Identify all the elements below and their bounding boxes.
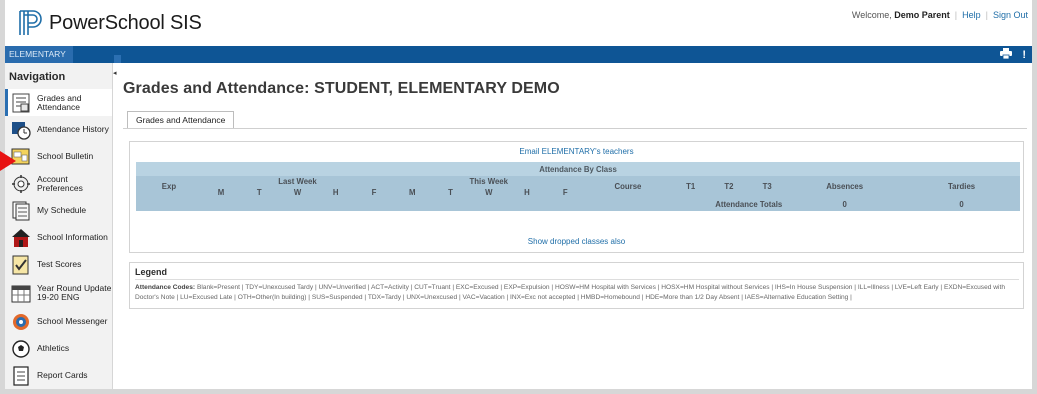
day-header-tuesday: T bbox=[431, 187, 470, 197]
printer-icon[interactable] bbox=[1000, 48, 1013, 62]
day-header-wednesday: W bbox=[469, 187, 508, 197]
sidebar-item-label: Attendance History bbox=[37, 124, 109, 134]
legend-title: Legend bbox=[135, 267, 168, 277]
table-caption: Attendance By Class bbox=[136, 162, 1020, 176]
day-header-wednesday: W bbox=[278, 187, 317, 197]
attendance-codes-label: Attendance Codes: bbox=[135, 284, 196, 291]
grades-icon bbox=[11, 93, 31, 113]
exclamation-icon[interactable]: ! bbox=[1022, 49, 1026, 61]
navigation-title: Navigation bbox=[9, 71, 66, 83]
annotation-arrow bbox=[0, 151, 16, 171]
column-header-absences: Absences bbox=[786, 176, 904, 197]
test-scores-icon bbox=[11, 255, 31, 275]
header: PowerSchool SIS Welcome, Demo Parent | Hel… bbox=[5, 0, 1032, 44]
sidebar-item-school-messenger[interactable]: School Messenger bbox=[5, 308, 112, 335]
sidebar-item-school-bulletin[interactable]: School Bulletin bbox=[5, 143, 112, 170]
day-header-monday: M bbox=[201, 187, 241, 197]
preferences-icon bbox=[11, 174, 31, 194]
sidebar-item-label: School Information bbox=[37, 232, 108, 242]
show-dropped-classes-link[interactable]: Show dropped classes also bbox=[130, 237, 1023, 246]
user-links: Welcome, Demo Parent | Help | Sign Out bbox=[852, 10, 1028, 20]
legend-divider bbox=[135, 279, 1019, 280]
sidebar-item-athletics[interactable]: Athletics bbox=[5, 335, 112, 362]
welcome-text: Welcome, bbox=[851, 10, 892, 20]
tab-grades-and-attendance[interactable]: Grades and Attendance bbox=[127, 111, 235, 129]
powerschool-logo-icon bbox=[19, 10, 42, 35]
page-title: Grades and Attendance: STUDENT, ELEMENTA… bbox=[123, 80, 560, 97]
column-header-exp: Exp bbox=[136, 176, 202, 197]
attendance-totals-label: Attendance Totals bbox=[671, 197, 787, 211]
sidebar-item-label: School Messenger bbox=[37, 316, 108, 326]
collapse-arrow-icon[interactable]: ◂ bbox=[113, 69, 117, 77]
sidebar-item-test-scores[interactable]: Test Scores bbox=[5, 251, 112, 278]
sidebar-item-label: Year Round Update 19-20 ENG bbox=[37, 283, 112, 302]
sidebar-item-grades-and-attendance[interactable]: Grades and Attendance bbox=[5, 89, 112, 116]
divider: | bbox=[954, 10, 958, 20]
sidebar-item-label: Athletics bbox=[37, 343, 70, 353]
sidebar-item-label: Grades and Attendance bbox=[37, 92, 82, 112]
collapse-sidebar-button[interactable] bbox=[114, 55, 121, 63]
report-card-icon bbox=[11, 365, 31, 386]
absences-total: 0 bbox=[786, 197, 904, 211]
column-header-tardies: Tardies bbox=[903, 176, 1020, 197]
legend-codes: Attendance Codes: Blank=Present | TDY=Un… bbox=[135, 283, 1019, 303]
sidebar-item-label: School Bulletin bbox=[37, 151, 94, 161]
email-teachers-link[interactable]: Email ELEMENTARY's teachers bbox=[130, 147, 1023, 156]
attendance-table: Attendance By Class Exp Last Week This W… bbox=[136, 162, 1020, 211]
top-bar: ELEMENTARY ! bbox=[5, 46, 1032, 63]
sidebar-item-label: My Schedule bbox=[37, 205, 87, 215]
powerschool-logo[interactable]: PowerSchool SIS bbox=[17, 9, 202, 37]
day-header-thursday: H bbox=[316, 187, 355, 197]
calendar-icon bbox=[11, 283, 31, 303]
column-header-t2: T2 bbox=[709, 176, 748, 197]
column-header-t3: T3 bbox=[748, 176, 787, 197]
school-name[interactable]: ELEMENTARY bbox=[5, 46, 73, 63]
day-header-monday: M bbox=[393, 187, 432, 197]
legend-box: Legend Attendance Codes: Blank=Present |… bbox=[129, 262, 1024, 309]
column-header-t1: T1 bbox=[671, 176, 710, 197]
tardies-total: 0 bbox=[903, 197, 1020, 211]
attendance-history-icon bbox=[11, 120, 31, 140]
divider: | bbox=[985, 10, 988, 20]
sidebar: Navigation Grades and Attendance Attenda… bbox=[5, 63, 113, 389]
sidebar-item-report-cards[interactable]: Report Cards bbox=[5, 362, 112, 389]
tab-divider bbox=[123, 128, 1027, 129]
app-window: PowerSchool SIS Welcome, Demo Parent | Hel… bbox=[5, 0, 1032, 389]
help-link[interactable]: Help bbox=[962, 10, 981, 20]
sidebar-item-school-information[interactable]: School Information bbox=[5, 224, 112, 251]
totals-spacer bbox=[136, 197, 672, 211]
user-name: Demo Parent bbox=[894, 10, 950, 20]
sidebar-item-attendance-history[interactable]: Attendance History bbox=[5, 116, 112, 143]
column-header-last-week: Last Week bbox=[201, 176, 394, 187]
top-bar-icons: ! bbox=[1000, 48, 1026, 62]
day-header-friday: F bbox=[546, 187, 585, 197]
brand-name: PowerSchool SIS bbox=[49, 11, 202, 34]
attendance-codes-text: Blank=Present | TDY=Unexcused Tardy | UN… bbox=[135, 284, 1005, 301]
attendance-box: Email ELEMENTARY's teachers Attendance B… bbox=[129, 141, 1024, 253]
schedule-icon bbox=[11, 201, 31, 221]
sidebar-item-year-round-update[interactable]: Year Round Update 19-20 ENG bbox=[5, 278, 112, 308]
sign-out-link[interactable]: Sign Out bbox=[993, 10, 1028, 20]
day-header-tuesday: T bbox=[240, 187, 279, 197]
column-header-course: Course bbox=[584, 176, 672, 197]
day-header-friday: F bbox=[354, 187, 394, 197]
school-info-icon bbox=[11, 228, 31, 248]
sidebar-item-label: Report Cards bbox=[37, 370, 88, 380]
messenger-icon bbox=[11, 312, 31, 332]
day-header-thursday: H bbox=[507, 187, 547, 197]
sidebar-item-my-schedule[interactable]: My Schedule bbox=[5, 197, 112, 224]
sidebar-item-account-preferences[interactable]: Account Preferences bbox=[5, 170, 112, 197]
ball-icon bbox=[11, 339, 31, 359]
sidebar-item-label: Account Preferences bbox=[37, 173, 83, 193]
sidebar-item-label: Test Scores bbox=[37, 259, 82, 269]
column-header-this-week: This Week bbox=[393, 176, 585, 187]
